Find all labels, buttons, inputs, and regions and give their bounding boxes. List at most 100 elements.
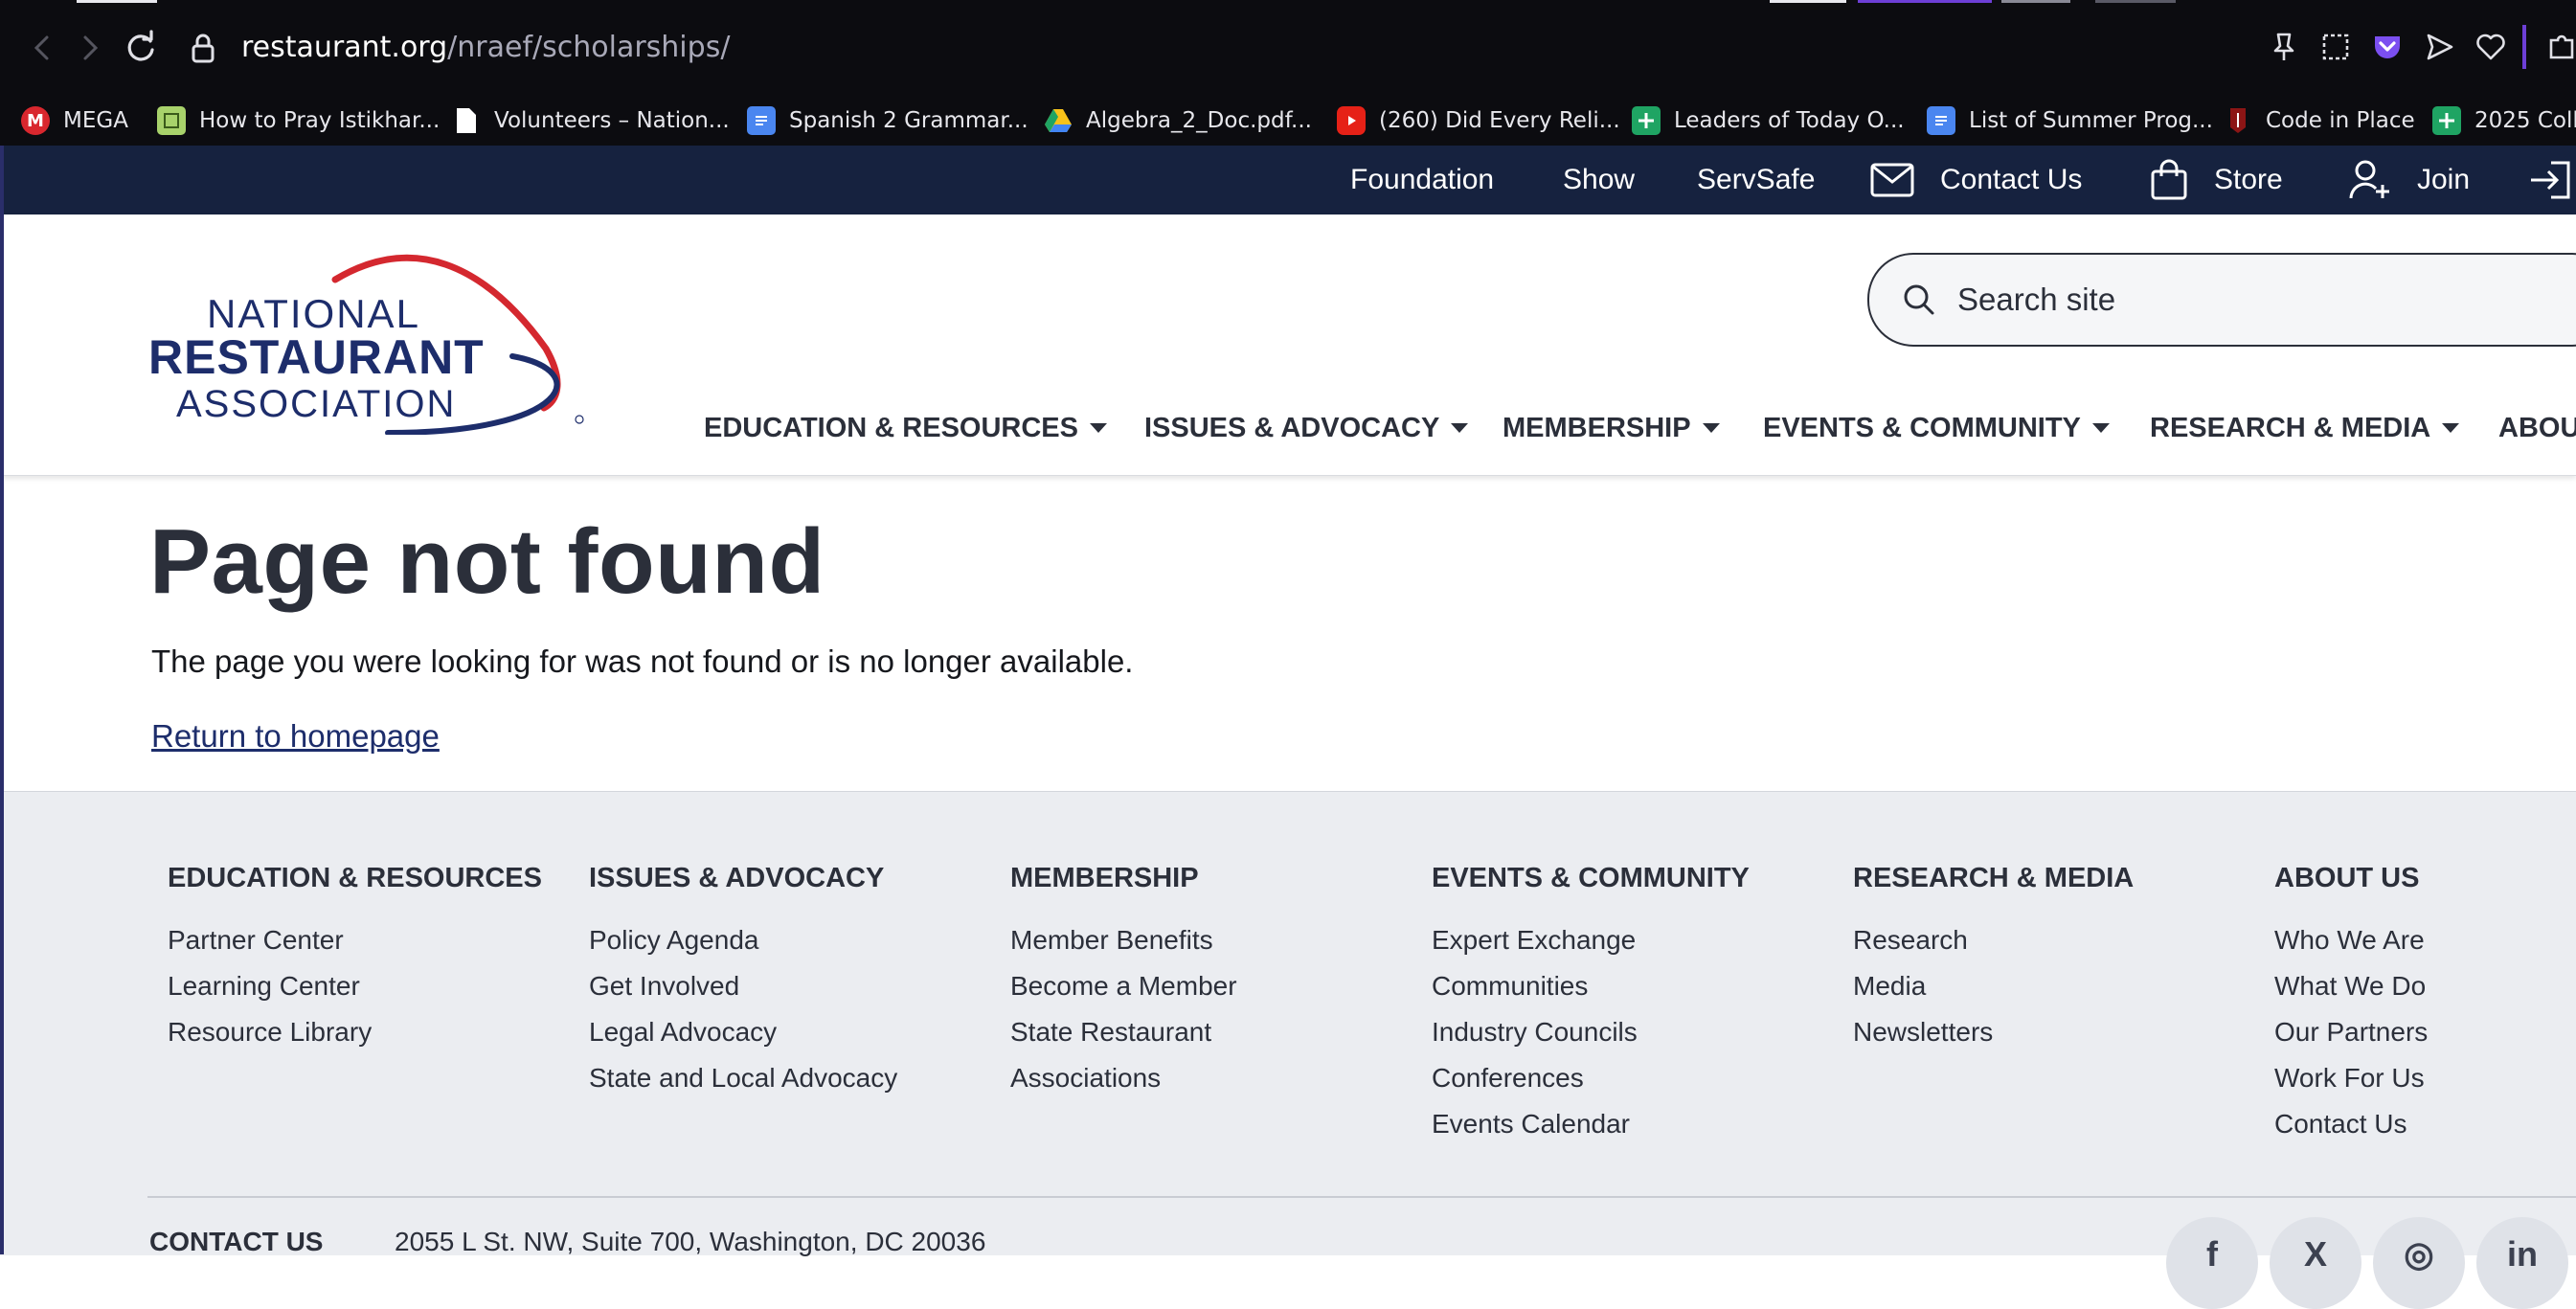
- return-home-link[interactable]: Return to homepage: [151, 718, 440, 755]
- google-drive-icon: [1044, 106, 1073, 135]
- footer-link[interactable]: Contact Us: [2274, 1108, 2428, 1154]
- footer-contact-label: CONTACT US: [149, 1227, 324, 1256]
- instagram-icon[interactable]: ◎: [2373, 1217, 2465, 1309]
- bookmark-label: Leaders of Today O...: [1674, 108, 1905, 133]
- nav-education-resources[interactable]: EDUCATION & RESOURCES: [704, 406, 1107, 450]
- url-host: restaurant.org: [241, 31, 448, 64]
- utility-link-label: Join: [2417, 164, 2471, 195]
- bookmark-mega[interactable]: M MEGA: [21, 102, 128, 140]
- utility-link-foundation[interactable]: Foundation: [1350, 146, 1494, 214]
- nav-events-community[interactable]: EVENTS & COMMUNITY: [1763, 406, 2110, 450]
- footer-heading[interactable]: EVENTS & COMMUNITY: [1432, 863, 1750, 894]
- footer-link[interactable]: State Restaurant: [1010, 1016, 1237, 1062]
- utility-link-join[interactable]: Join: [2348, 146, 2470, 214]
- bookmark-code-in-place[interactable]: Code in Place: [2224, 102, 2415, 140]
- linkedin-icon[interactable]: in: [2476, 1217, 2568, 1309]
- footer-link[interactable]: Learning Center: [168, 970, 542, 1016]
- extensions-button[interactable]: [2543, 29, 2576, 65]
- lock-icon: [192, 34, 215, 63]
- footer-link[interactable]: Get Involved: [589, 970, 897, 1016]
- utility-link-label: Store: [2214, 164, 2283, 195]
- bookmark-leaders-of-today[interactable]: Leaders of Today O...: [1632, 102, 1905, 140]
- nav-about-us[interactable]: ABOU: [2498, 406, 2576, 450]
- tab-indicator: [2001, 0, 2070, 3]
- pocket-extension-button[interactable]: [2369, 29, 2406, 65]
- footer-link[interactable]: Resource Library: [168, 1016, 542, 1062]
- bookmark-summer-programs[interactable]: List of Summer Prog...: [1927, 102, 2213, 140]
- footer-link[interactable]: State and Local Advocacy: [589, 1062, 897, 1108]
- bookmark-2025-college[interactable]: 2025 Coll: [2432, 102, 2576, 140]
- utility-link-label: Contact Us: [1940, 164, 2083, 195]
- nav-research-media[interactable]: RESEARCH & MEDIA: [2150, 406, 2460, 450]
- tab-indicator: [1770, 0, 1846, 3]
- bookmark-label: List of Summer Prog...: [1969, 108, 2213, 133]
- bookmark-algebra[interactable]: Algebra_2_Doc.pdf...: [1044, 102, 1312, 140]
- footer-link[interactable]: Industry Councils: [1432, 1016, 1750, 1062]
- footer-link[interactable]: Work For Us: [2274, 1062, 2428, 1108]
- chevron-down-icon: [2442, 423, 2460, 433]
- footer-heading[interactable]: RESEARCH & MEDIA: [1853, 863, 2134, 894]
- x-twitter-icon[interactable]: X: [2270, 1217, 2361, 1309]
- utility-link-store[interactable]: Store: [2149, 146, 2283, 214]
- tab-indicator: [2095, 0, 2176, 3]
- bookmark-spanish-grammar[interactable]: Spanish 2 Grammar...: [747, 102, 1028, 140]
- footer-link[interactable]: Expert Exchange: [1432, 924, 1750, 970]
- forward-button[interactable]: [69, 27, 111, 69]
- nav-label: RESEARCH & MEDIA: [2150, 412, 2431, 443]
- footer-link[interactable]: Research: [1853, 924, 2134, 970]
- nav-issues-advocacy[interactable]: ISSUES & ADVOCACY: [1144, 406, 1469, 450]
- address-bar[interactable]: restaurant.org/nraef/scholarships/: [241, 31, 730, 64]
- facebook-icon[interactable]: f: [2166, 1217, 2258, 1309]
- document-icon: [452, 106, 481, 135]
- footer-column-events: EVENTS & COMMUNITY Expert Exchange Commu…: [1432, 863, 1750, 1154]
- footer-link[interactable]: Partner Center: [168, 924, 542, 970]
- footer-link[interactable]: Conferences: [1432, 1062, 1750, 1108]
- screenshot-extension-button[interactable]: [2317, 29, 2354, 65]
- send-extension-button[interactable]: [2421, 29, 2457, 65]
- back-button[interactable]: [21, 27, 63, 69]
- footer-link[interactable]: Policy Agenda: [589, 924, 897, 970]
- footer-heading[interactable]: EDUCATION & RESOURCES: [168, 863, 542, 894]
- site-info-button[interactable]: [182, 27, 224, 69]
- logo-line-association: ASSOCIATION: [176, 383, 457, 425]
- footer-column-education: EDUCATION & RESOURCES Partner Center Lea…: [168, 863, 542, 1062]
- footer-link[interactable]: Newsletters: [1853, 1016, 2134, 1062]
- footer-column-advocacy: ISSUES & ADVOCACY Policy Agenda Get Invo…: [589, 863, 897, 1108]
- footer-link[interactable]: Associations: [1010, 1062, 1237, 1108]
- utility-bar: Foundation Show ServSafe Contact Us Stor…: [0, 146, 2576, 214]
- footer-heading[interactable]: ISSUES & ADVOCACY: [589, 863, 897, 894]
- bookmark-volunteers[interactable]: Volunteers – Nation...: [452, 102, 730, 140]
- footer-link[interactable]: Communities: [1432, 970, 1750, 1016]
- bookmark-label: 2025 Coll: [2474, 108, 2576, 133]
- bookmark-label: Code in Place: [2266, 108, 2415, 133]
- footer-link[interactable]: Legal Advocacy: [589, 1016, 897, 1062]
- footer-column-about: ABOUT US Who We Are What We Do Our Partn…: [2274, 863, 2428, 1154]
- footer-link[interactable]: Our Partners: [2274, 1016, 2428, 1062]
- utility-link-servsafe[interactable]: ServSafe: [1697, 146, 1815, 214]
- footer-heading[interactable]: ABOUT US: [2274, 863, 2428, 894]
- favorites-extension-button[interactable]: [2473, 29, 2509, 65]
- bookmark-youtube[interactable]: (260) Did Every Reli...: [1337, 102, 1620, 140]
- utility-link-show[interactable]: Show: [1563, 146, 1635, 214]
- nra-logo[interactable]: NATIONAL RESTAURANT ASSOCIATION: [144, 243, 594, 435]
- reload-button[interactable]: [121, 27, 163, 69]
- footer-heading[interactable]: MEMBERSHIP: [1010, 863, 1237, 894]
- search-input[interactable]: Search site: [1867, 253, 2576, 347]
- pin-extension-button[interactable]: [2266, 29, 2302, 65]
- search-placeholder: Search site: [1957, 282, 2116, 317]
- footer-link[interactable]: Who We Are: [2274, 924, 2428, 970]
- nav-label: ISSUES & ADVOCACY: [1144, 412, 1440, 443]
- footer-link[interactable]: Events Calendar: [1432, 1108, 1750, 1154]
- sign-in-button[interactable]: [2528, 146, 2576, 214]
- bookmark-istikhara[interactable]: How to Pray Istikhar...: [157, 102, 440, 140]
- mega-icon: M: [21, 106, 50, 135]
- footer-link[interactable]: Member Benefits: [1010, 924, 1237, 970]
- footer-link[interactable]: Media: [1853, 970, 2134, 1016]
- footer-link[interactable]: What We Do: [2274, 970, 2428, 1016]
- utility-link-contact[interactable]: Contact Us: [1869, 146, 2082, 214]
- browser-toolbar: restaurant.org/nraef/scholarships/: [0, 0, 2576, 96]
- google-docs-icon: [1927, 106, 1955, 135]
- footer-link[interactable]: Become a Member: [1010, 970, 1237, 1016]
- youtube-icon: [1337, 106, 1366, 135]
- nav-membership[interactable]: MEMBERSHIP: [1503, 406, 1720, 450]
